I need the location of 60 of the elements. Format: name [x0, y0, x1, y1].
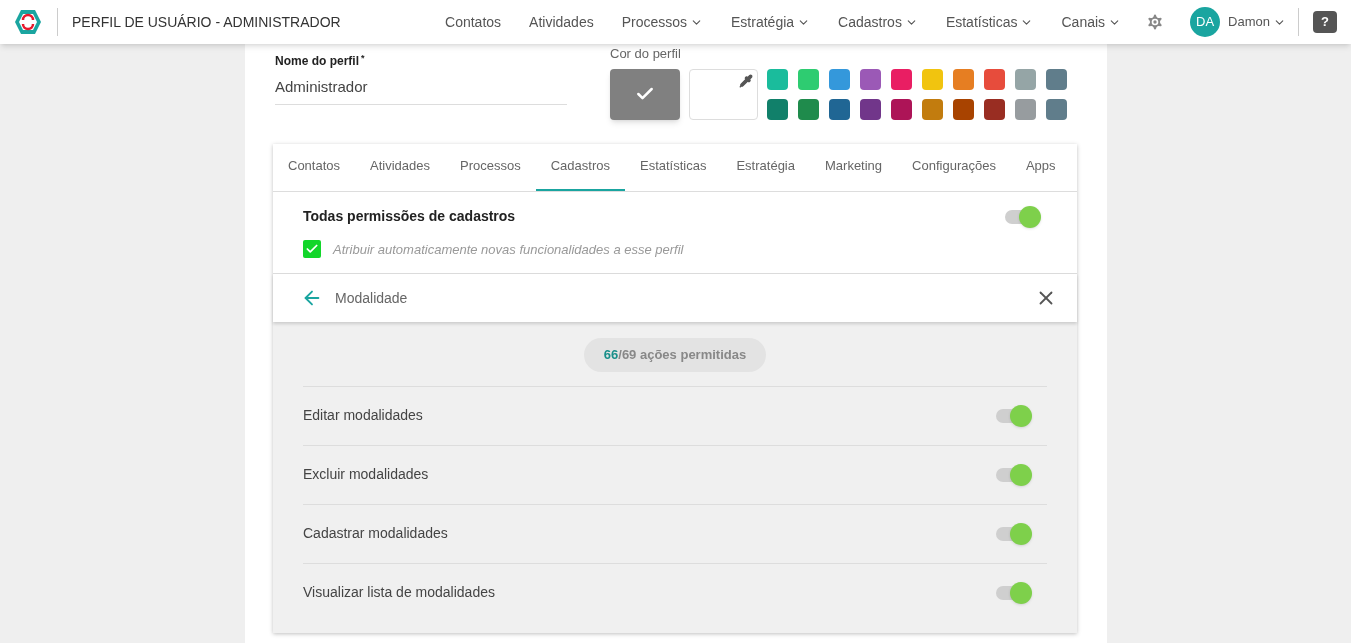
- color-swatch[interactable]: [1046, 68, 1067, 90]
- color-swatch[interactable]: [829, 68, 850, 90]
- permission-switch[interactable]: [996, 404, 1032, 427]
- color-swatch[interactable]: [798, 68, 819, 90]
- nav-link[interactable]: Canais: [1047, 11, 1136, 33]
- permission-tab[interactable]: Apps: [1010, 143, 1071, 191]
- help-button[interactable]: ?: [1313, 11, 1337, 33]
- field-label: Nome do perfil $^{*}$: [275, 52, 366, 70]
- permission-tab[interactable]: Cadastros: [535, 143, 625, 191]
- allowed-count-pill: 66/69 ações permitidas: [583, 338, 767, 372]
- nav-link[interactable]: Contatos: [431, 11, 516, 33]
- color-swatch[interactable]: [860, 98, 881, 120]
- color-swatch[interactable]: [1015, 68, 1036, 90]
- nav-link[interactable]: Cadastros: [824, 11, 932, 33]
- permission-tab[interactable]: Estratégia: [721, 143, 810, 191]
- color-swatch[interactable]: [798, 98, 819, 120]
- color-swatch[interactable]: [1046, 98, 1067, 120]
- color-swatch[interactable]: [767, 68, 788, 90]
- color-swatch[interactable]: [922, 98, 943, 120]
- color-swatch[interactable]: [860, 68, 881, 90]
- auto-assign-checkbox[interactable]: [303, 240, 321, 259]
- nav-link[interactable]: Estatísticas: [931, 11, 1048, 33]
- permission-label: Editar modalidades: [303, 406, 423, 425]
- custom-color-box[interactable]: [689, 68, 758, 120]
- logo-icon: [14, 9, 42, 35]
- permission-switch[interactable]: [996, 463, 1032, 486]
- permission-tab[interactable]: Configurações: [897, 143, 1011, 191]
- field-label: Cor do perfil: [610, 45, 682, 63]
- color-swatch[interactable]: [1015, 98, 1036, 120]
- permission-label: Excluir modalidades: [303, 465, 429, 484]
- current-color-swatch[interactable]: [610, 68, 680, 120]
- color-swatch[interactable]: [984, 98, 1005, 120]
- color-swatch[interactable]: [953, 68, 974, 90]
- section-heading: Todas permissões de cadastros: [303, 207, 516, 226]
- nav-link[interactable]: Processos: [607, 11, 718, 33]
- permission-tab[interactable]: Estatísticas: [625, 143, 722, 191]
- color-swatch[interactable]: [767, 98, 788, 120]
- permission-switch[interactable]: [996, 581, 1032, 604]
- user-menu[interactable]: Damon: [1228, 12, 1286, 32]
- permission-tab[interactable]: Processos: [445, 143, 536, 191]
- nav-link[interactable]: Atividades: [515, 11, 608, 33]
- eyedropper-icon: [739, 73, 753, 88]
- checkbox-label: Atribuir automaticamente novas funcionalidades a esse perfil: [333, 240, 684, 259]
- color-swatch[interactable]: [984, 68, 1005, 90]
- permission-tab[interactable]: Atividades: [355, 143, 446, 191]
- section-title: Modalidade: [335, 288, 408, 308]
- color-swatch[interactable]: [953, 98, 974, 120]
- page-title: PERFIL DE USUÁRIO - ADMINISTRADOR: [72, 12, 341, 32]
- color-swatch[interactable]: [829, 98, 850, 120]
- all-permissions-switch[interactable]: [1005, 205, 1041, 228]
- name-field[interactable]: Administrador: [275, 76, 567, 105]
- nav-link[interactable]: Estratégia: [717, 11, 825, 33]
- permission-tab[interactable]: Marketing: [810, 143, 898, 191]
- color-swatch[interactable]: [922, 68, 943, 90]
- color-swatch[interactable]: [891, 68, 912, 90]
- permission-label: Visualizar lista de modalidades: [303, 583, 495, 602]
- color-swatch[interactable]: [891, 98, 912, 120]
- permission-tab[interactable]: Contatos: [273, 143, 356, 191]
- permission-label: Cadastrar modalidades: [303, 524, 448, 543]
- permission-switch[interactable]: [996, 522, 1032, 545]
